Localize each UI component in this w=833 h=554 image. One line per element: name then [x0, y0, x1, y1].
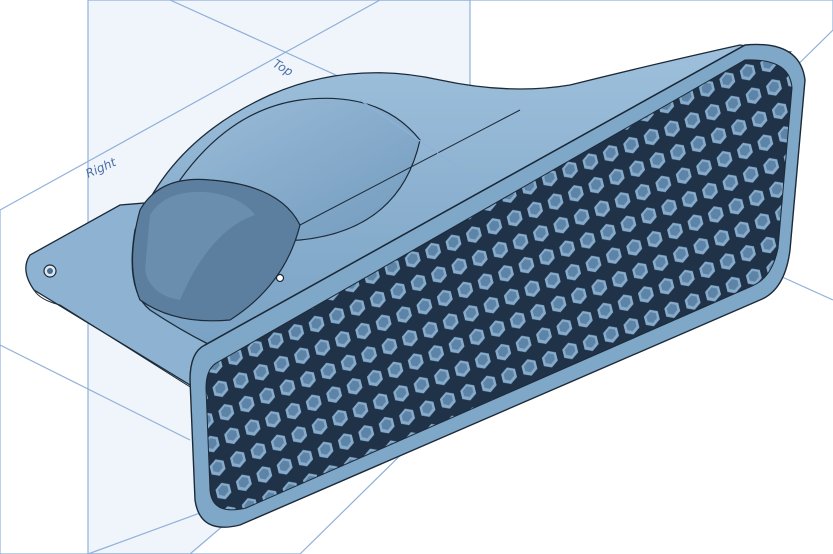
- 3d-viewport[interactable]: Right Top: [0, 0, 833, 554]
- mounting-hole-inner: [47, 268, 53, 274]
- sketch-point-icon[interactable]: [275, 273, 285, 283]
